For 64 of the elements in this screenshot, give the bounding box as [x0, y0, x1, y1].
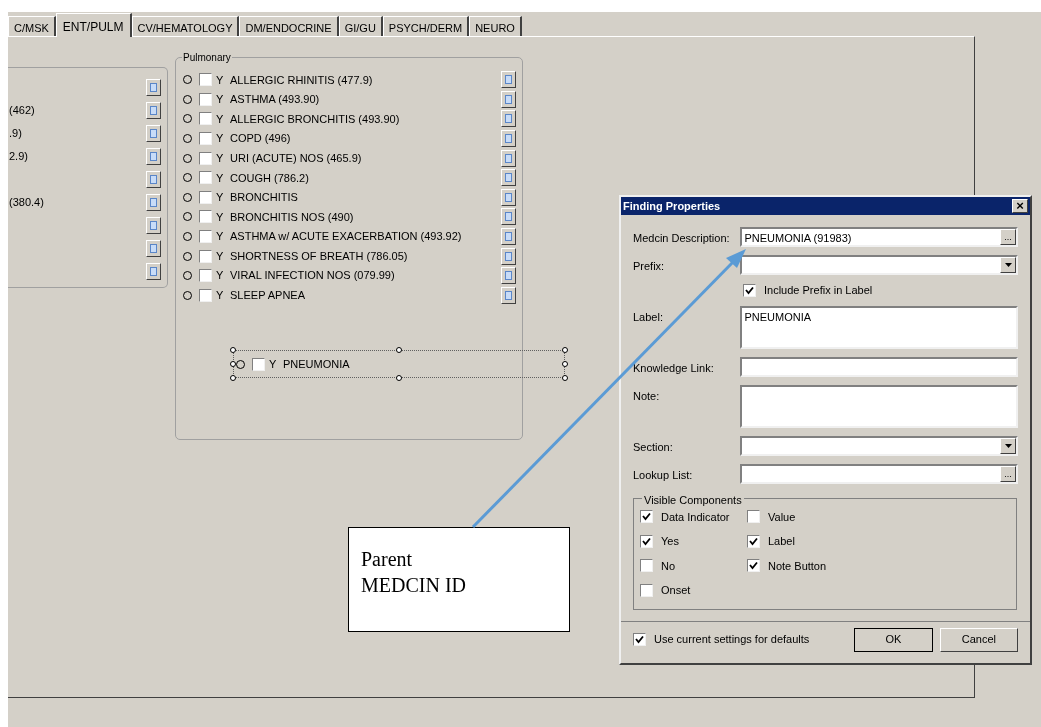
field-label: Note:: [633, 388, 661, 404]
checkbox-label: Value: [768, 509, 796, 525]
yes-label: Y: [216, 92, 225, 108]
dialog-button[interactable]: OK: [854, 627, 933, 652]
checkbox-label: Note Button: [768, 558, 827, 574]
tab[interactable]: NEURO: [469, 16, 522, 36]
yes-label: Y: [216, 170, 225, 186]
ellipsis-button[interactable]: ...: [1000, 465, 1016, 482]
finding-label: URI (ACUTE) NOS (465.9): [230, 150, 362, 166]
yes-label: Y: [216, 209, 225, 225]
tab[interactable]: DM/ENDOCRINE: [239, 16, 339, 36]
yes-label: Y: [216, 150, 225, 166]
lookup-field[interactable]: PNEUMONIA (91983) ...: [740, 227, 1018, 247]
finding-label: VIRAL INFECTION NOS (079.99): [230, 268, 395, 284]
finding-label: ALLERGIC RHINITIS (477.9): [230, 72, 373, 88]
checkbox-label: Label: [768, 534, 795, 549]
dialog-button[interactable]: Cancel: [939, 627, 1018, 652]
finding-label: 2.9): [8, 149, 28, 165]
field-label: Section:: [633, 439, 674, 455]
finding-label: COPD (496): [230, 131, 291, 147]
finding-label: (462): [8, 103, 35, 119]
close-button[interactable]: ×: [1012, 199, 1028, 213]
checkbox-label: Onset: [661, 583, 691, 598]
yes-label: Y: [216, 268, 225, 284]
yes-label: Y: [216, 229, 225, 245]
finding-label: PNEUMONIA: [283, 356, 350, 372]
finding-label: SLEEP APNEA: [230, 288, 305, 304]
finding-label: ASTHMA w/ ACUTE EXACERBATION (493.92): [230, 229, 462, 245]
field-label: Label:: [633, 309, 664, 325]
finding-label: BRONCHITIS: [230, 190, 298, 206]
finding-label: SHORTNESS OF BREATH (786.05): [230, 248, 408, 264]
checkbox-label: Data Indicator: [661, 509, 730, 525]
field-label: Lookup List:: [633, 467, 694, 483]
checkbox-label: Use current settings for defaults: [654, 632, 810, 648]
checkbox-label: Yes: [661, 534, 679, 549]
tab[interactable]: CV/HEMATOLOGY: [131, 16, 240, 36]
yes-label: Y: [216, 248, 225, 264]
field-label: Prefix:: [633, 259, 666, 274]
finding-label: (380.4): [8, 195, 44, 211]
field-label: Medcin Description:: [633, 231, 731, 246]
yes-label: Y: [269, 356, 278, 372]
field-label: Knowledge Link:: [633, 360, 715, 376]
selected-finding[interactable]: Y PNEUMONIA: [233, 350, 565, 379]
finding-label: .9): [8, 126, 22, 142]
yes-label: Y: [216, 288, 225, 304]
finding-label: BRONCHITIS NOS (490): [230, 209, 354, 225]
finding-label: COUGH (786.2): [230, 170, 309, 186]
ellipsis-button[interactable]: ...: [1000, 229, 1016, 245]
yes-label: Y: [216, 72, 225, 88]
finding-label: ALLERGIC BRONCHITIS (493.90): [230, 111, 400, 127]
checkbox-label: No: [661, 558, 676, 574]
finding-label: ASTHMA (493.90): [230, 92, 320, 108]
yes-label: Y: [216, 190, 225, 206]
tab[interactable]: GI/GU: [338, 16, 383, 36]
group-title: Pulmonary: [182, 50, 232, 65]
lookup-field[interactable]: ...: [740, 463, 1018, 484]
dialog-title: Finding Properties: [623, 198, 721, 214]
tab[interactable]: PSYCH/DERM: [382, 16, 470, 36]
checkbox-label: Include Prefix in Label: [764, 283, 873, 298]
yes-label: Y: [216, 111, 225, 127]
yes-label: Y: [216, 131, 225, 147]
tab[interactable]: ENT/PULM: [55, 13, 132, 37]
callout-box: Parent MEDCIN ID: [348, 527, 570, 632]
memo-field[interactable]: PNEUMONIA: [740, 305, 1018, 349]
